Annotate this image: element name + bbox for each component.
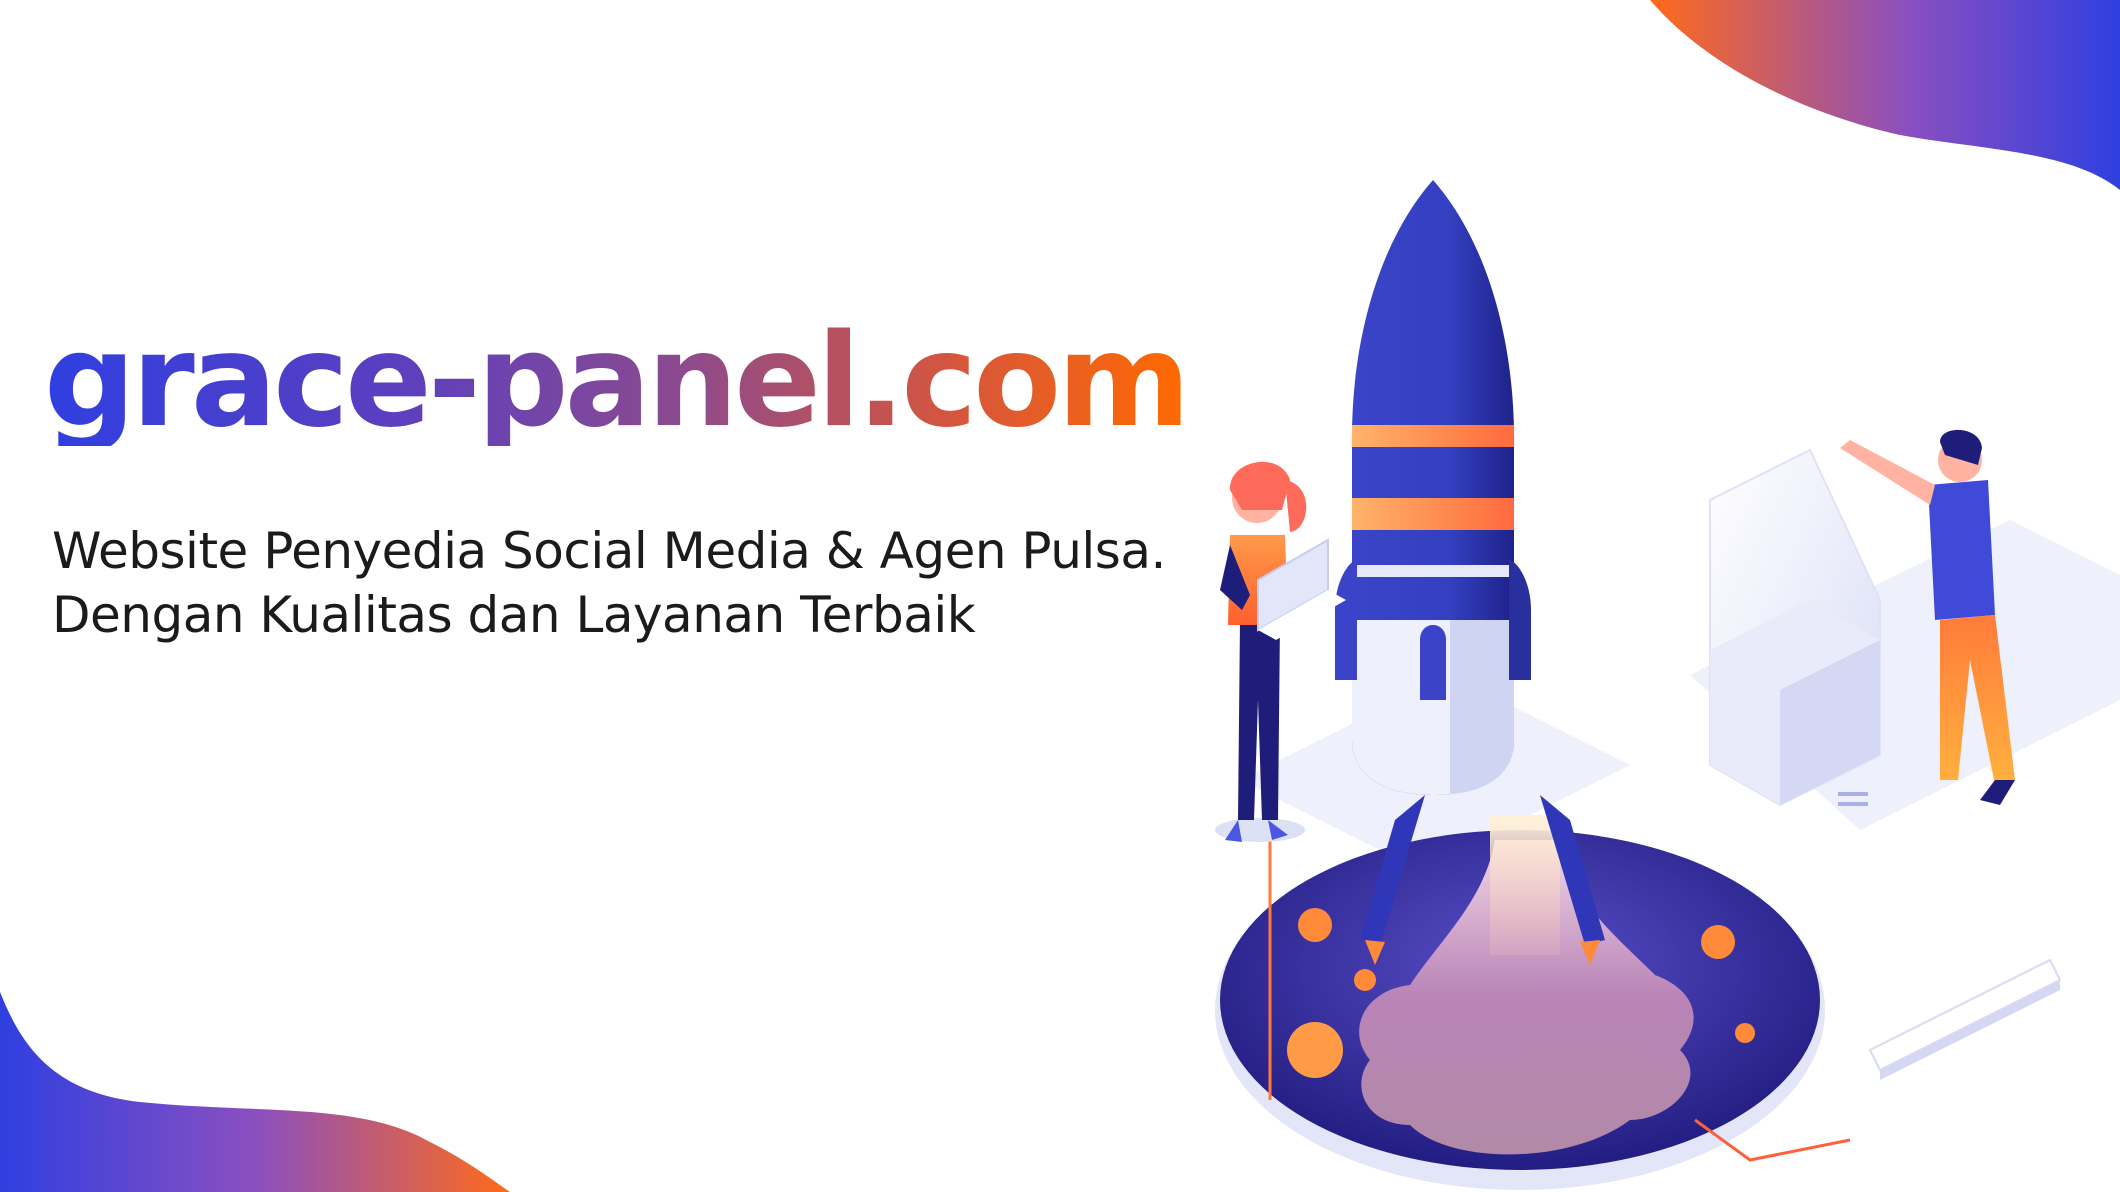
brand-title: grace-panel.com xyxy=(44,307,1191,456)
bottom-left-wave xyxy=(0,992,510,1192)
tagline-line-2: Dengan Kualitas dan Layanan Terbaik xyxy=(52,586,976,644)
top-right-wave xyxy=(1650,0,2120,190)
tagline-line-1: Website Penyedia Social Media & Agen Pul… xyxy=(52,522,1166,580)
rocket-launch-illustration xyxy=(1215,180,2120,1190)
